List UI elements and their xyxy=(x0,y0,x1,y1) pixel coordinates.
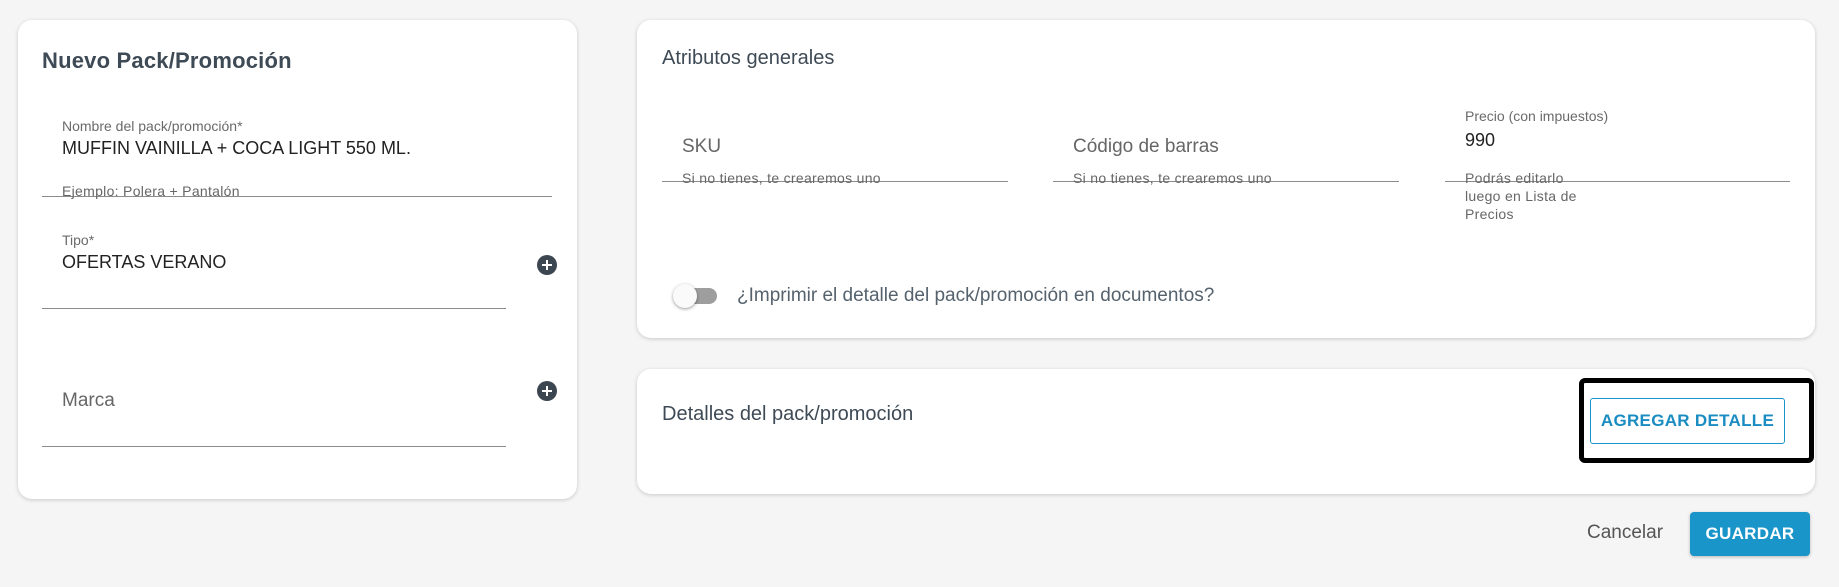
barcode-placeholder[interactable]: Código de barras xyxy=(1073,136,1219,158)
tipo-select[interactable]: Tipo* OFERTAS VERANO xyxy=(42,230,506,310)
pack-name-label: Nombre del pack/promoción* xyxy=(62,118,243,134)
add-detail-button[interactable]: AGREGAR DETALLE xyxy=(1590,398,1785,444)
pack-name-value[interactable]: MUFFIN VAINILLA + COCA LIGHT 550 ML. xyxy=(62,138,411,159)
toggle-thumb xyxy=(673,284,697,308)
marca-underline xyxy=(42,446,506,447)
marca-select[interactable]: Marca xyxy=(42,380,506,448)
save-button[interactable]: GUARDAR xyxy=(1690,512,1810,556)
pack-info-card: Nuevo Pack/Promoción Nombre del pack/pro… xyxy=(18,20,577,499)
print-detail-toggle[interactable] xyxy=(673,283,723,309)
general-attributes-card: Atributos generales SKU Si no tienes, te… xyxy=(637,20,1815,338)
price-value[interactable]: 990 xyxy=(1465,130,1495,151)
marca-placeholder[interactable]: Marca xyxy=(62,390,115,412)
pack-name-helper: Ejemplo: Polera + Pantalón xyxy=(62,183,240,199)
tipo-value[interactable]: OFERTAS VERANO xyxy=(62,252,226,273)
print-detail-label: ¿Imprimir el detalle del pack/promoción … xyxy=(737,285,1215,306)
tipo-label: Tipo* xyxy=(62,232,95,248)
attributes-title: Atributos generales xyxy=(662,47,835,69)
cancel-button[interactable]: Cancelar xyxy=(1587,522,1663,544)
tipo-underline xyxy=(42,308,506,309)
price-helper-line: luego en Lista de xyxy=(1465,188,1577,204)
page-title: Nuevo Pack/Promoción xyxy=(42,48,292,73)
sku-placeholder[interactable]: SKU xyxy=(682,136,721,158)
price-helper-line: Podrás editarlo xyxy=(1465,170,1564,186)
price-helper-line: Precios xyxy=(1465,206,1514,222)
add-marca-icon[interactable] xyxy=(537,381,557,401)
price-label: Precio (con impuestos) xyxy=(1465,108,1609,124)
barcode-helper: Si no tienes, te crearemos uno xyxy=(1073,170,1272,186)
sku-helper: Si no tienes, te crearemos uno xyxy=(682,170,881,186)
details-title: Detalles del pack/promoción xyxy=(662,403,914,425)
price-helper: Podrás editarlo luego en Lista de Precio… xyxy=(1465,169,1577,223)
add-tipo-icon[interactable] xyxy=(537,255,557,275)
